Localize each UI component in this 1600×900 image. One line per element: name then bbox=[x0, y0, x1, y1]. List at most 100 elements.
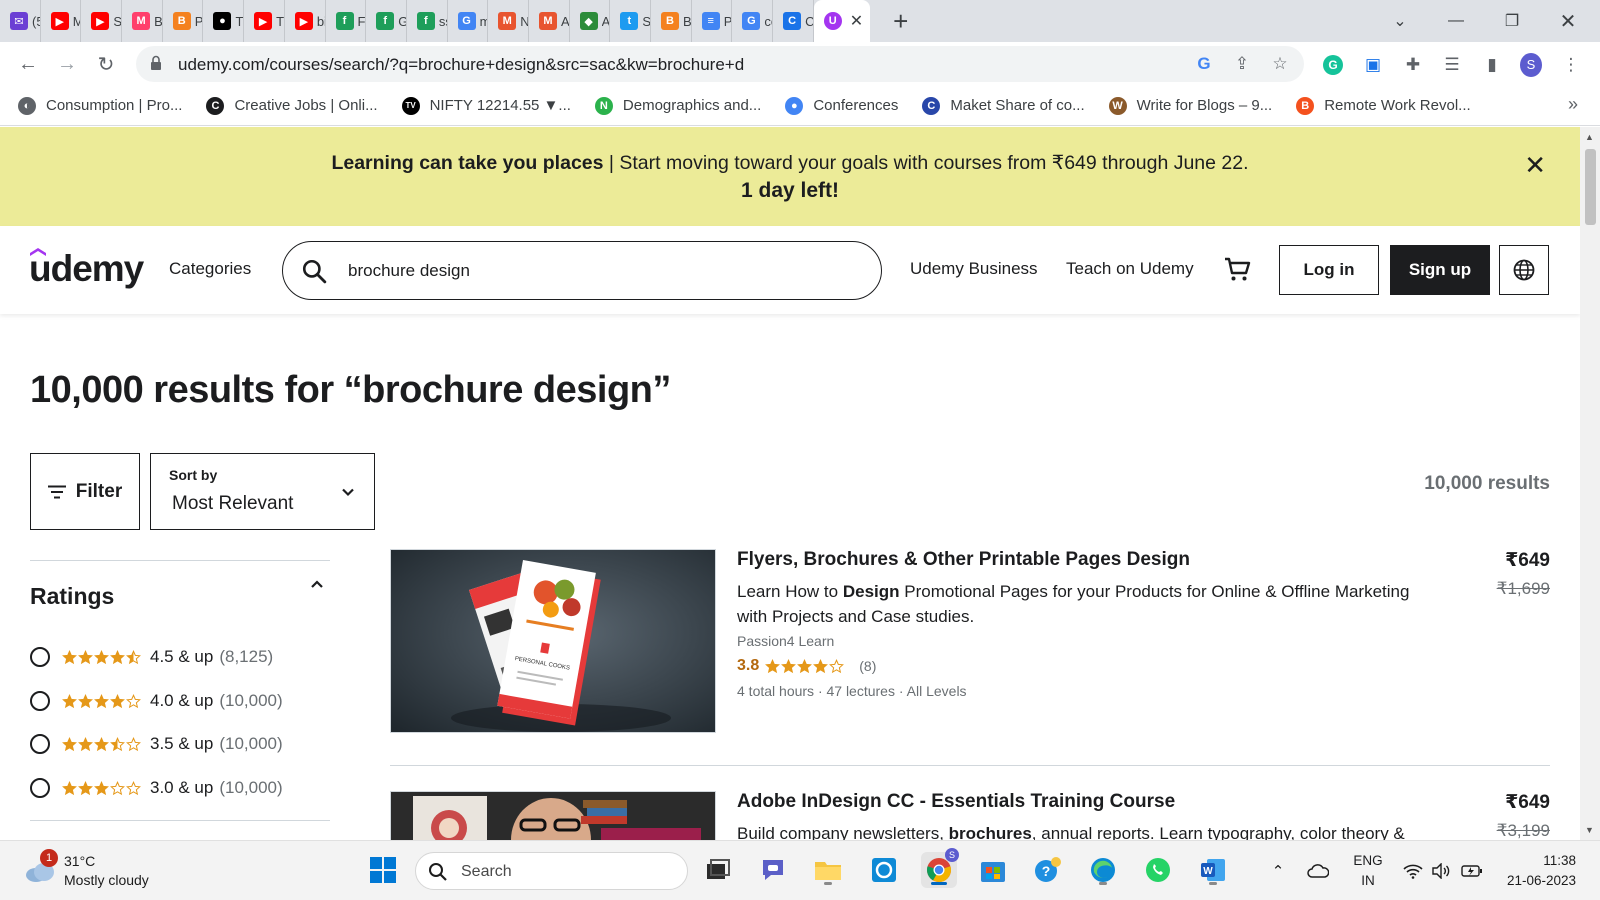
udemy-logo[interactable]: udemy bbox=[29, 248, 144, 290]
browser-tab[interactable]: ✉(5 bbox=[0, 0, 41, 42]
grammarly-extension-icon[interactable]: G bbox=[1322, 54, 1344, 76]
course-title[interactable]: Flyers, Brochures & Other Printable Page… bbox=[737, 549, 1190, 571]
bookmark-item[interactable]: B Remote Work Revol... bbox=[1296, 96, 1471, 115]
microsoft-store-icon[interactable] bbox=[975, 852, 1011, 888]
browser-tab[interactable]: MA bbox=[529, 0, 570, 42]
chevron-up-icon[interactable]: ⌃ bbox=[1268, 841, 1288, 900]
close-tab-icon[interactable]: ✕ bbox=[850, 11, 863, 31]
search-input[interactable]: brochure design bbox=[348, 261, 470, 281]
minimize-icon[interactable]: — bbox=[1428, 0, 1484, 42]
app-icon[interactable] bbox=[866, 852, 902, 888]
word-icon[interactable]: W bbox=[1195, 852, 1231, 888]
course-card[interactable]: PERSONAL COOKS Flyers, Brochures & Other… bbox=[390, 549, 1550, 739]
browser-tab[interactable]: ▶M bbox=[41, 0, 82, 42]
rating-option[interactable]: 3.0 & up (10,000) bbox=[30, 776, 283, 800]
radio-button[interactable] bbox=[30, 734, 50, 754]
bookmark-item[interactable]: ● Conferences bbox=[785, 96, 898, 115]
extension-icon[interactable]: ▣ bbox=[1362, 54, 1384, 76]
close-promo-icon[interactable]: ✕ bbox=[1524, 151, 1546, 179]
rating-option[interactable]: 4.0 & up (10,000) bbox=[30, 689, 283, 713]
browser-tab[interactable]: ◆A bbox=[570, 0, 611, 42]
browser-tab[interactable]: BB bbox=[651, 0, 692, 42]
wifi-icon[interactable] bbox=[1402, 841, 1424, 900]
bookmark-star-icon[interactable]: ☆ bbox=[1270, 54, 1290, 74]
reload-icon[interactable]: ↻ bbox=[92, 50, 120, 78]
address-bar[interactable]: udemy.com/courses/search/?q=brochure+des… bbox=[136, 46, 1304, 82]
bookmark-item[interactable]: C Creative Jobs | Onli... bbox=[206, 96, 378, 115]
browser-tab[interactable]: MN bbox=[488, 0, 529, 42]
radio-button[interactable] bbox=[30, 691, 50, 711]
browser-tab[interactable]: Gm bbox=[448, 0, 489, 42]
udemy-business-link[interactable]: Udemy Business bbox=[910, 259, 1038, 279]
close-window-icon[interactable]: ✕ bbox=[1540, 0, 1596, 42]
browser-tab-active[interactable]: U ✕ bbox=[813, 0, 870, 42]
course-thumbnail[interactable]: PERSONAL COOKS bbox=[390, 549, 716, 733]
filter-button[interactable]: Filter bbox=[30, 453, 140, 530]
search-bar[interactable]: brochure design bbox=[282, 241, 882, 300]
ratings-filter-title[interactable]: Ratings bbox=[30, 583, 114, 610]
system-clock[interactable]: 11:38 21-06-2023 bbox=[1507, 851, 1576, 891]
browser-tab[interactable]: fFi bbox=[326, 0, 367, 42]
forward-icon[interactable]: → bbox=[53, 50, 81, 78]
course-thumbnail[interactable] bbox=[390, 791, 716, 840]
task-view-icon[interactable] bbox=[700, 852, 736, 888]
bookmark-item[interactable]: ◐ Consumption | Pro... bbox=[18, 96, 182, 115]
start-windows-icon[interactable] bbox=[365, 852, 401, 888]
browser-tab[interactable]: Gcc bbox=[732, 0, 774, 42]
share-icon[interactable]: ⇪ bbox=[1232, 54, 1252, 74]
categories-menu[interactable]: Categories bbox=[169, 259, 251, 279]
google-translate-icon[interactable]: G bbox=[1194, 54, 1214, 74]
scrollbar-thumb[interactable] bbox=[1585, 149, 1596, 225]
edge-icon[interactable] bbox=[1085, 852, 1121, 888]
restore-icon[interactable]: ❐ bbox=[1484, 0, 1540, 42]
taskbar-search[interactable]: Search bbox=[415, 852, 688, 890]
side-panel-icon[interactable]: ▮ bbox=[1481, 54, 1503, 76]
bookmark-item[interactable]: N Demographics and... bbox=[594, 96, 761, 115]
browser-tab[interactable]: fss bbox=[407, 0, 448, 42]
course-title[interactable]: Adobe InDesign CC - Essentials Training … bbox=[737, 791, 1175, 813]
bookmark-item[interactable]: W Write for Blogs – 9... bbox=[1108, 96, 1272, 115]
file-explorer-icon[interactable] bbox=[810, 852, 846, 888]
new-tab-button[interactable]: + bbox=[884, 4, 918, 38]
radio-button[interactable] bbox=[30, 778, 50, 798]
bookmark-item[interactable]: C Maket Share of co... bbox=[922, 96, 1085, 115]
browser-tab[interactable]: CC bbox=[773, 0, 814, 42]
back-icon[interactable]: ← bbox=[14, 50, 42, 78]
login-button[interactable]: Log in bbox=[1279, 245, 1379, 295]
extensions-puzzle-icon[interactable]: ✚ bbox=[1402, 54, 1424, 76]
more-bookmarks-icon[interactable]: » bbox=[1568, 94, 1578, 115]
browser-tab[interactable]: ▶Sc bbox=[81, 0, 123, 42]
browser-tab[interactable]: B Pc bbox=[163, 0, 204, 42]
get-help-icon[interactable]: ? bbox=[1030, 852, 1066, 888]
sort-select[interactable]: Sort by Most Relevant bbox=[150, 453, 375, 530]
chrome-taskbar-icon[interactable]: S bbox=[921, 848, 959, 888]
language-button[interactable] bbox=[1499, 245, 1549, 295]
search-icon[interactable] bbox=[301, 258, 327, 284]
tab-search-chevron-icon[interactable]: ⌄ bbox=[1372, 0, 1428, 42]
radio-button[interactable] bbox=[30, 647, 50, 667]
cart-icon[interactable] bbox=[1222, 254, 1252, 284]
weather-widget[interactable]: 1 31°C Mostly cloudy bbox=[20, 849, 180, 893]
whatsapp-icon[interactable] bbox=[1140, 852, 1176, 888]
teach-on-udemy-link[interactable]: Teach on Udemy bbox=[1066, 259, 1194, 279]
rating-option[interactable]: 4.5 & up (8,125) bbox=[30, 645, 273, 669]
chevron-up-icon[interactable] bbox=[308, 575, 326, 593]
battery-icon[interactable] bbox=[1460, 841, 1484, 900]
browser-tab[interactable]: ▶Tl bbox=[244, 0, 285, 42]
onedrive-cloud-icon[interactable] bbox=[1305, 841, 1331, 900]
page-scrollbar[interactable]: ▲ ▼ bbox=[1580, 127, 1600, 840]
course-card[interactable]: Adobe InDesign CC - Essentials Training … bbox=[390, 791, 1550, 840]
reading-list-icon[interactable]: ☰ bbox=[1441, 54, 1463, 76]
browser-tab[interactable]: MBr bbox=[122, 0, 163, 42]
volume-icon[interactable] bbox=[1430, 841, 1452, 900]
chrome-menu-icon[interactable]: ⋮ bbox=[1560, 54, 1582, 76]
profile-avatar[interactable]: S bbox=[1520, 53, 1542, 77]
rating-option[interactable]: 3.5 & up (10,000) bbox=[30, 732, 283, 756]
browser-tab[interactable]: ≡P bbox=[692, 0, 733, 42]
browser-tab[interactable]: ▶bi bbox=[285, 0, 326, 42]
browser-tab[interactable]: tS bbox=[610, 0, 651, 42]
bookmark-item[interactable]: TV NIFTY 12214.55 ▼... bbox=[401, 96, 571, 115]
signup-button[interactable]: Sign up bbox=[1390, 245, 1490, 295]
browser-tab[interactable]: fG bbox=[366, 0, 407, 42]
scroll-up-icon[interactable]: ▲ bbox=[1585, 132, 1594, 142]
